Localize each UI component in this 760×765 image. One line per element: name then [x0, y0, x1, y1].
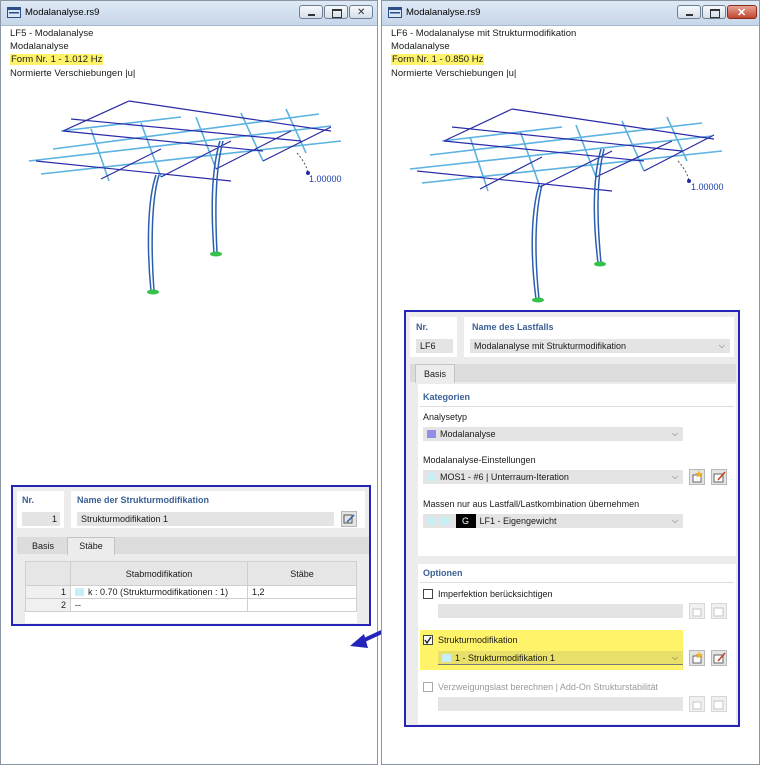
verzweigung-checkbox — [423, 682, 433, 692]
nr-field[interactable]: LF6 — [416, 339, 453, 353]
edit-icon — [713, 652, 726, 664]
support-node — [594, 261, 606, 267]
optionen-heading: Optionen — [423, 568, 463, 578]
edit-icon — [713, 471, 726, 483]
check-icon — [424, 636, 432, 644]
col-header-stabmodifikation: Stabmodifikation — [70, 561, 248, 586]
edit-settings-button[interactable] — [711, 469, 727, 485]
color-swatch — [442, 654, 451, 662]
max-value-leader — [296, 152, 309, 174]
chevron-down-icon: ⌵ — [671, 472, 678, 481]
max-value-label: 1.00000 — [309, 174, 342, 184]
analysetyp-value: Modalanalyse — [440, 429, 496, 439]
support-node — [532, 297, 544, 303]
chevron-down-icon: ⌵ — [671, 653, 678, 662]
loadcase-panel: Nr. LF6 Name des Lastfalls Modalanalyse … — [404, 310, 740, 727]
name-field[interactable]: Strukturmodifikation 1 — [77, 512, 334, 526]
color-swatch — [427, 517, 436, 525]
masses-label: Massen nur aus Lastfall/Lastkombination … — [423, 499, 640, 509]
tab-basis[interactable]: Basis — [19, 539, 67, 554]
edit-strukturmod-button[interactable] — [711, 650, 727, 666]
left-mode-shape-view[interactable]: 1.00000 — [1, 1, 379, 321]
modal-settings-label: Modalanalyse-Einstellungen — [423, 455, 536, 465]
chevron-down-icon: ⌵ — [718, 341, 725, 350]
chevron-down-icon: ⌵ — [671, 516, 678, 525]
name-dropdown[interactable]: Modalanalyse mit Strukturmodifikation ⌵ — [470, 339, 730, 353]
name-value: Modalanalyse mit Strukturmodifikation — [474, 341, 627, 351]
structure-modification-panel: Nr. 1 Name der Strukturmodifikation Stru… — [11, 485, 371, 626]
edit-icon — [713, 607, 724, 617]
action-category-badge: G — [455, 514, 476, 528]
members-cell[interactable] — [247, 598, 357, 612]
nr-label: Nr. — [22, 495, 35, 505]
row-number-header — [25, 561, 71, 586]
table-row[interactable]: 1 k : 0.70 (Strukturmodifikationen : 1) … — [25, 585, 357, 599]
modification-cell[interactable]: -- — [70, 598, 248, 612]
row-number: 1 — [25, 585, 71, 599]
right-window: Modalanalyse.rs9 ✕ LF6 - Modalanalyse mi… — [381, 0, 760, 765]
analysetyp-label: Analysetyp — [423, 412, 468, 422]
color-swatch — [75, 588, 84, 596]
table-row[interactable]: 2 -- — [25, 598, 357, 612]
color-swatch — [427, 473, 436, 481]
name-label: Name der Strukturmodifikation — [77, 495, 210, 505]
edit-icon — [343, 514, 355, 524]
members-cell[interactable]: 1,2 — [247, 585, 357, 599]
max-value-leader — [677, 160, 690, 182]
modal-settings-dropdown[interactable]: MOS1 - #6 | Unterraum-Iteration ⌵ — [423, 470, 683, 484]
strukturmod-checkbox[interactable] — [423, 635, 433, 645]
edit-imperfection-button — [711, 603, 727, 619]
imperfection-checkbox[interactable] — [423, 589, 433, 599]
color-swatch — [440, 517, 449, 525]
max-value-label: 1.00000 — [691, 182, 724, 192]
new-strukturmod-button[interactable] — [689, 650, 705, 666]
support-node — [210, 251, 222, 257]
modification-cell[interactable]: k : 0.70 (Strukturmodifikationen : 1) — [88, 587, 228, 597]
verzweigung-label: Verzweigungslast berechnen | Add-On Stru… — [438, 682, 658, 692]
color-swatch — [427, 430, 436, 438]
columns — [147, 140, 224, 292]
imperfection-dropdown — [438, 604, 683, 618]
new-icon — [692, 701, 702, 710]
tab-staebe[interactable]: Stäbe — [67, 537, 115, 555]
tab-basis[interactable]: Basis — [415, 364, 455, 383]
imperfection-label: Imperfektion berücksichtigen — [438, 589, 553, 599]
new-icon — [692, 608, 702, 617]
edit-verzweigung-button — [711, 696, 727, 712]
strukturmod-label: Strukturmodifikation — [438, 635, 518, 645]
divider — [420, 406, 734, 407]
right-mode-shape-view[interactable]: 1.00000 — [382, 1, 760, 311]
new-imperfection-button — [689, 603, 705, 619]
tab-strip — [410, 364, 736, 382]
row-number: 2 — [25, 598, 71, 612]
new-settings-button[interactable] — [689, 469, 705, 485]
analysetyp-dropdown[interactable]: Modalanalyse ⌵ — [423, 427, 683, 441]
edit-name-button[interactable] — [341, 511, 357, 527]
nr-field[interactable]: 1 — [22, 512, 60, 526]
divider — [420, 582, 734, 583]
new-icon — [692, 651, 703, 664]
modification-table: Stabmodifikation Stäbe 1 k : 0.70 (Struk… — [25, 561, 357, 612]
new-icon — [692, 470, 703, 483]
nr-label: Nr. — [416, 322, 429, 332]
new-verzweigung-button — [689, 696, 705, 712]
masses-value: LF1 - Eigengewicht — [479, 516, 557, 526]
strukturmod-value: 1 - Strukturmodifikation 1 — [455, 653, 556, 663]
support-node — [147, 289, 159, 295]
masses-dropdown[interactable]: G LF1 - Eigengewicht ⌵ — [423, 514, 683, 528]
edit-icon — [713, 700, 724, 710]
left-window: Modalanalyse.rs9 ✕ LF5 - Modalanalyse Mo… — [0, 0, 378, 765]
section-gap — [418, 556, 736, 564]
kategorien-heading: Kategorien — [423, 392, 471, 402]
name-label: Name des Lastfalls — [472, 322, 554, 332]
modal-settings-value: MOS1 - #6 | Unterraum-Iteration — [440, 472, 569, 482]
strukturmod-dropdown[interactable]: 1 - Strukturmodifikation 1 ⌵ — [438, 651, 683, 665]
verzweigung-dropdown — [438, 697, 683, 711]
chevron-down-icon: ⌵ — [671, 429, 678, 438]
col-header-staebe: Stäbe — [247, 561, 357, 586]
